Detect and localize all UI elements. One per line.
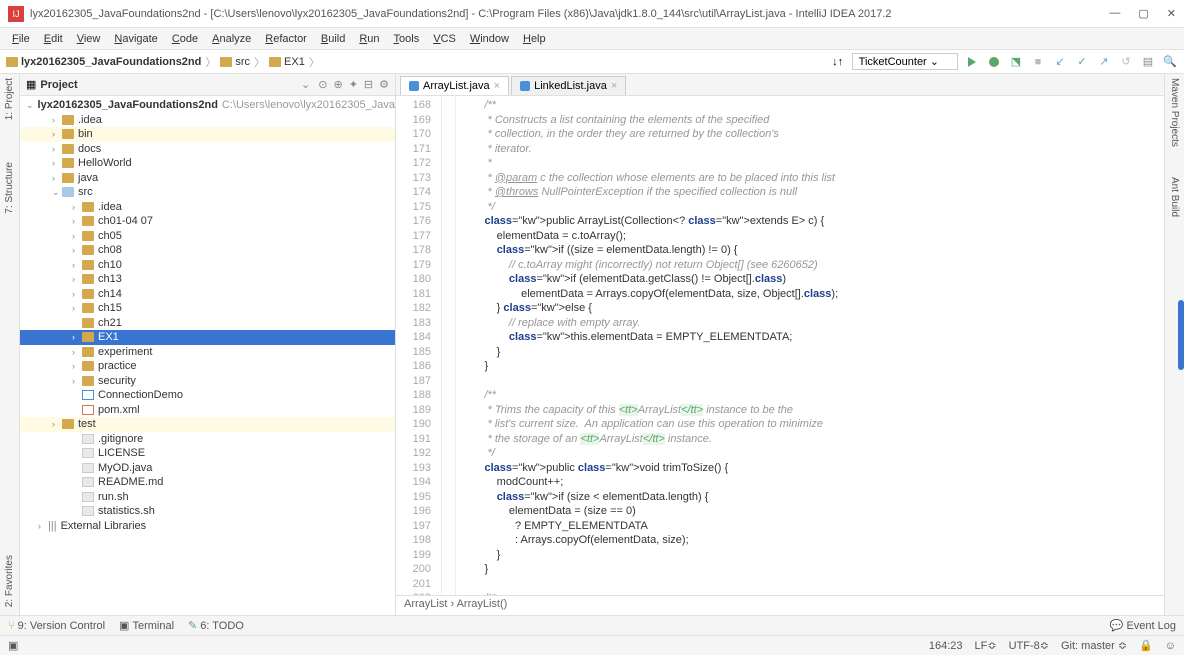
editor-tab-arraylist-java[interactable]: ArrayList.java×	[400, 76, 509, 95]
stop-button[interactable]: ■	[1030, 54, 1046, 70]
locate-icon[interactable]: ⊕	[333, 78, 342, 91]
vcs-commit-icon[interactable]: ✓	[1074, 54, 1090, 70]
tree-item-practice[interactable]: ›practice	[20, 359, 395, 374]
menu-file[interactable]: File	[6, 31, 36, 47]
tree-item-docs[interactable]: ›docs	[20, 142, 395, 157]
status-line-ending[interactable]: LF≎	[975, 639, 997, 652]
menu-navigate[interactable]: Navigate	[108, 31, 163, 47]
tree-item-ch21[interactable]: ch21	[20, 316, 395, 331]
menu-vcs[interactable]: VCS	[427, 31, 462, 47]
tree-item-license[interactable]: LICENSE	[20, 446, 395, 461]
status-caret[interactable]: 164:23	[929, 640, 963, 652]
menu-view[interactable]: View	[71, 31, 107, 47]
tree-item-src[interactable]: ⌄src	[20, 185, 395, 200]
tree-item-ch13[interactable]: ›ch13	[20, 272, 395, 287]
collapse-icon[interactable]: ⊙	[318, 78, 327, 91]
editor-breadcrumb[interactable]: ArrayList › ArrayList()	[396, 595, 1164, 615]
tree-item-readme-md[interactable]: README.md	[20, 475, 395, 490]
vcs-pull-icon[interactable]: ↙	[1052, 54, 1068, 70]
java-file-icon	[409, 81, 419, 91]
tree-item-experiment[interactable]: ›experiment	[20, 345, 395, 360]
status-tip-icon[interactable]: ▣	[8, 639, 18, 652]
breadcrumb-root[interactable]: lyx20162305_JavaFoundations2nd	[6, 56, 201, 68]
tree-item-external-libraries[interactable]: ›|||External Libraries	[20, 519, 395, 534]
tree-item-ch15[interactable]: ›ch15	[20, 301, 395, 316]
gear-icon[interactable]: ⚙	[379, 78, 389, 91]
menu-build[interactable]: Build	[315, 31, 351, 47]
lock-icon[interactable]: 🔒	[1139, 639, 1153, 652]
history-icon[interactable]: ↺	[1118, 54, 1134, 70]
close-tab-icon[interactable]: ×	[494, 80, 500, 92]
menu-refactor[interactable]: Refactor	[259, 31, 313, 47]
hector-icon[interactable]: ☺	[1165, 640, 1176, 652]
run-config-select[interactable]: TicketCounter ⌄	[852, 53, 958, 70]
window-title: lyx20162305_JavaFoundations2nd - [C:\Use…	[30, 8, 1109, 20]
menu-code[interactable]: Code	[166, 31, 204, 47]
tree-item-run-sh[interactable]: run.sh	[20, 490, 395, 505]
project-tool-title: Project	[40, 79, 301, 91]
tree-item--idea[interactable]: ›.idea	[20, 200, 395, 215]
tree-item--gitignore[interactable]: .gitignore	[20, 432, 395, 447]
tree-item-pom-xml[interactable]: pom.xml	[20, 403, 395, 418]
update-icon[interactable]: ↓↑	[830, 54, 846, 70]
tool-maven[interactable]: Maven Projects	[1169, 78, 1180, 147]
tree-item-connectiondemo[interactable]: ConnectionDemo	[20, 388, 395, 403]
menu-edit[interactable]: Edit	[38, 31, 69, 47]
menu-analyze[interactable]: Analyze	[206, 31, 257, 47]
tree-item-ch14[interactable]: ›ch14	[20, 287, 395, 302]
status-git[interactable]: Git: master ≎	[1061, 639, 1127, 652]
tool-todo[interactable]: ✎6: TODO	[188, 619, 244, 632]
breadcrumb-ex1[interactable]: EX1	[269, 56, 305, 68]
tree-item--idea[interactable]: ›.idea	[20, 113, 395, 128]
project-tool-icon: ▦	[26, 78, 36, 91]
tree-root[interactable]: ⌄ lyx20162305_JavaFoundations2nd C:\User…	[20, 98, 395, 113]
tree-item-ex1[interactable]: ›EX1	[20, 330, 395, 345]
java-file-icon	[520, 81, 530, 91]
tree-item-helloworld[interactable]: ›HelloWorld	[20, 156, 395, 171]
tree-item-bin[interactable]: ›bin	[20, 127, 395, 142]
tree-item-statistics-sh[interactable]: statistics.sh	[20, 504, 395, 519]
tree-item-java[interactable]: ›java	[20, 171, 395, 186]
window-minimize[interactable]: —	[1109, 7, 1120, 20]
tree-item-security[interactable]: ›security	[20, 374, 395, 389]
editor-tab-linkedlist-java[interactable]: LinkedList.java×	[511, 76, 626, 95]
vcs-push-icon[interactable]: ↗	[1096, 54, 1112, 70]
tool-favorites[interactable]: 2: Favorites	[4, 555, 15, 607]
tree-item-ch10[interactable]: ›ch10	[20, 258, 395, 273]
search-icon[interactable]: 🔍	[1162, 54, 1178, 70]
tool-ant[interactable]: Ant Build	[1169, 177, 1180, 217]
structure-icon[interactable]: ▤	[1140, 54, 1156, 70]
menu-window[interactable]: Window	[464, 31, 515, 47]
tool-version-control[interactable]: ⑂9: Version Control	[8, 620, 105, 632]
tree-item-ch01-04-07[interactable]: ›ch01-04 07	[20, 214, 395, 229]
tree-item-test[interactable]: ›test	[20, 417, 395, 432]
run-button[interactable]	[964, 54, 980, 70]
status-encoding[interactable]: UTF-8≎	[1009, 639, 1049, 652]
settings-icon[interactable]: ✦	[349, 78, 358, 91]
window-close[interactable]: ✕	[1167, 7, 1176, 20]
close-tab-icon[interactable]: ×	[611, 80, 617, 92]
tree-item-myod-java[interactable]: MyOD.java	[20, 461, 395, 476]
breadcrumb-src[interactable]: src	[220, 56, 250, 68]
window-maximize[interactable]: ▢	[1138, 7, 1148, 20]
tool-terminal[interactable]: ▣Terminal	[119, 619, 174, 632]
tool-structure[interactable]: 7: Structure	[4, 162, 15, 214]
scrollbar-thumb[interactable]	[1178, 300, 1184, 370]
menu-help[interactable]: Help	[517, 31, 552, 47]
tool-project[interactable]: 1: Project	[4, 78, 15, 120]
tree-item-ch05[interactable]: ›ch05	[20, 229, 395, 244]
menu-tools[interactable]: Tools	[388, 31, 426, 47]
debug-button[interactable]	[986, 54, 1002, 70]
tree-item-ch08[interactable]: ›ch08	[20, 243, 395, 258]
menu-run[interactable]: Run	[353, 31, 385, 47]
coverage-button[interactable]: ⬔	[1008, 54, 1024, 70]
event-log[interactable]: 💬Event Log	[1110, 619, 1176, 632]
hide-icon[interactable]: ⊟	[364, 78, 373, 91]
app-icon: IJ	[8, 6, 24, 22]
